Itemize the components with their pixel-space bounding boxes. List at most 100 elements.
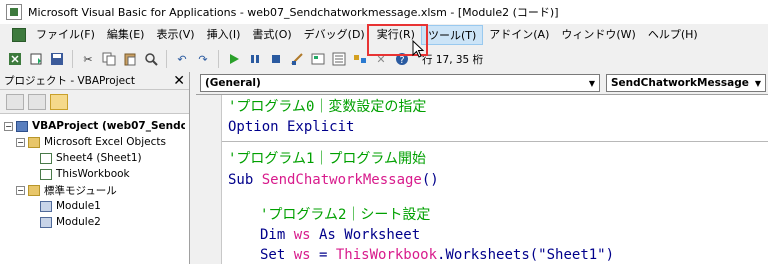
folder-icon <box>28 184 40 196</box>
chevron-down-icon[interactable]: ▼ <box>751 75 765 91</box>
excel-view-icon[interactable] <box>12 28 26 42</box>
project-tree: − VBAProject (web07_Sendcha − Microsoft … <box>0 114 189 234</box>
module-icon <box>40 216 52 228</box>
toolbox-icon[interactable]: ✕ <box>372 50 390 68</box>
tree-item-label: Module1 <box>56 200 101 212</box>
project-icon <box>16 120 28 132</box>
find-icon[interactable] <box>142 50 160 68</box>
chevron-down-icon[interactable]: ▼ <box>585 75 599 91</box>
menu-view[interactable]: 表示(V) <box>150 25 200 45</box>
code-window: (General) ▼ SendChatworkMessage ▼ 'プログラム… <box>196 72 768 264</box>
standard-toolbar: ✂ ↶ ↷ ✕ ? 行 17, 35 桁 <box>0 47 768 71</box>
cursor-position-readout: 行 17, 35 桁 <box>422 53 484 66</box>
tree-item-label: 標準モジュール <box>44 184 117 197</box>
paste-icon[interactable] <box>121 50 139 68</box>
project-pane-title-bar: プロジェクト - VBAProject ✕ <box>0 72 189 90</box>
object-combo-value: (General) <box>205 77 261 89</box>
tree-item-sheet4[interactable]: Sheet4 (Sheet1) <box>4 150 185 166</box>
toolbar-separator <box>166 50 167 68</box>
excel-icon[interactable] <box>6 50 24 68</box>
menu-insert[interactable]: 挿入(I) <box>201 25 247 45</box>
tree-item-module2[interactable]: Module2 <box>4 214 185 230</box>
procedure-separator <box>222 141 768 142</box>
view-code-button[interactable] <box>6 93 24 110</box>
window-title: Microsoft Visual Basic for Applications … <box>28 6 559 19</box>
view-object-button[interactable] <box>28 93 46 110</box>
code-editor[interactable]: 'プログラム0｜変数設定の指定 Option Explicit 'プログラム1｜… <box>196 94 768 264</box>
toolbar-separator <box>72 50 73 68</box>
collapse-icon[interactable]: − <box>16 185 25 195</box>
insert-module-icon[interactable] <box>27 50 45 68</box>
redo-icon[interactable]: ↷ <box>194 50 212 68</box>
code-line: 'プログラム0｜変数設定の指定 <box>228 99 427 115</box>
menu-file[interactable]: ファイル(F) <box>30 25 101 45</box>
code-token: As Worksheet <box>310 227 421 243</box>
close-icon[interactable]: ✕ <box>173 74 185 88</box>
code-token: = <box>310 247 336 263</box>
workbook-icon <box>40 168 52 180</box>
copy-icon[interactable] <box>100 50 118 68</box>
module-icon <box>40 200 52 212</box>
tree-item-excel-objects[interactable]: − Microsoft Excel Objects <box>4 134 185 150</box>
project-explorer-icon[interactable] <box>309 50 327 68</box>
mouse-cursor-icon <box>412 40 425 58</box>
stop-icon[interactable] <box>267 50 285 68</box>
help-icon[interactable]: ? <box>393 50 411 68</box>
toolbar-separator <box>218 50 219 68</box>
cut-icon[interactable]: ✂ <box>79 50 97 68</box>
save-icon[interactable] <box>48 50 66 68</box>
project-pane-toolbar <box>0 90 189 114</box>
menu-bar: ファイル(F) 編集(E) 表示(V) 挿入(I) 書式(O) デバッグ(D) … <box>0 24 768 46</box>
sheet-icon <box>40 152 52 164</box>
menu-help[interactable]: ヘルプ(H) <box>642 25 704 45</box>
code-token: Dim <box>260 227 294 243</box>
collapse-icon[interactable]: − <box>16 137 25 147</box>
tree-item-label: Module2 <box>56 216 101 228</box>
code-line: 'プログラム1｜プログラム開始 <box>228 151 427 167</box>
menu-window[interactable]: ウィンドウ(W) <box>555 25 641 45</box>
code-token: ws <box>293 227 311 243</box>
tree-item-module1[interactable]: Module1 <box>4 198 185 214</box>
code-line: Set ws = ThisWorkbook.Worksheets("Sheet1… <box>260 245 614 264</box>
code-line: Option Explicit <box>228 119 355 135</box>
project-explorer-pane: プロジェクト - VBAProject ✕ − VBAProject (web0… <box>0 72 190 264</box>
menu-format[interactable]: 書式(O) <box>246 25 297 45</box>
toggle-folders-button[interactable] <box>50 93 68 110</box>
menu-edit[interactable]: 編集(E) <box>101 25 151 45</box>
vba-app-icon <box>6 4 22 20</box>
code-line: 'プログラム2｜シート設定 <box>260 207 431 223</box>
breakpoint-margin[interactable] <box>196 95 222 264</box>
collapse-icon[interactable]: − <box>4 121 13 131</box>
object-browser-icon[interactable] <box>351 50 369 68</box>
undo-icon[interactable]: ↶ <box>173 50 191 68</box>
tree-item-standard-modules[interactable]: − 標準モジュール <box>4 182 185 198</box>
run-icon[interactable] <box>225 50 243 68</box>
procedure-combo[interactable]: SendChatworkMessage ▼ <box>606 74 766 92</box>
tree-item-label: VBAProject (web07_Sendcha <box>32 120 185 132</box>
code-token: Sub <box>228 172 262 188</box>
design-mode-icon[interactable] <box>288 50 306 68</box>
code-token: () <box>421 172 439 188</box>
folder-icon <box>28 136 40 148</box>
menu-tools[interactable]: ツール(T) <box>420 25 484 45</box>
menu-addins[interactable]: アドイン(A) <box>483 25 555 45</box>
code-token: .Worksheets("Sheet1") <box>437 247 615 263</box>
tree-item-label: Sheet4 (Sheet1) <box>56 152 142 164</box>
project-pane-title: プロジェクト - VBAProject <box>4 75 135 87</box>
svg-text:?: ? <box>399 55 404 66</box>
menu-debug[interactable]: デバッグ(D) <box>298 25 371 45</box>
properties-icon[interactable] <box>330 50 348 68</box>
tree-item-vbaproject[interactable]: − VBAProject (web07_Sendcha <box>4 118 185 134</box>
title-bar: Microsoft Visual Basic for Applications … <box>0 0 768 24</box>
tree-item-label: Microsoft Excel Objects <box>44 136 166 148</box>
code-token: ws <box>293 247 311 263</box>
code-token: SendChatworkMessage <box>261 172 422 188</box>
code-window-header: (General) ▼ SendChatworkMessage ▼ <box>196 72 768 94</box>
pause-icon[interactable] <box>246 50 264 68</box>
tree-item-thisworkbook[interactable]: ThisWorkbook <box>4 166 185 182</box>
code-line: Dim ws As Worksheet <box>260 225 420 245</box>
object-combo[interactable]: (General) ▼ <box>200 74 600 92</box>
code-token: ThisWorkbook <box>335 247 438 263</box>
procedure-combo-value: SendChatworkMessage <box>611 77 749 89</box>
code-line: Sub SendChatworkMessage() <box>228 170 439 190</box>
